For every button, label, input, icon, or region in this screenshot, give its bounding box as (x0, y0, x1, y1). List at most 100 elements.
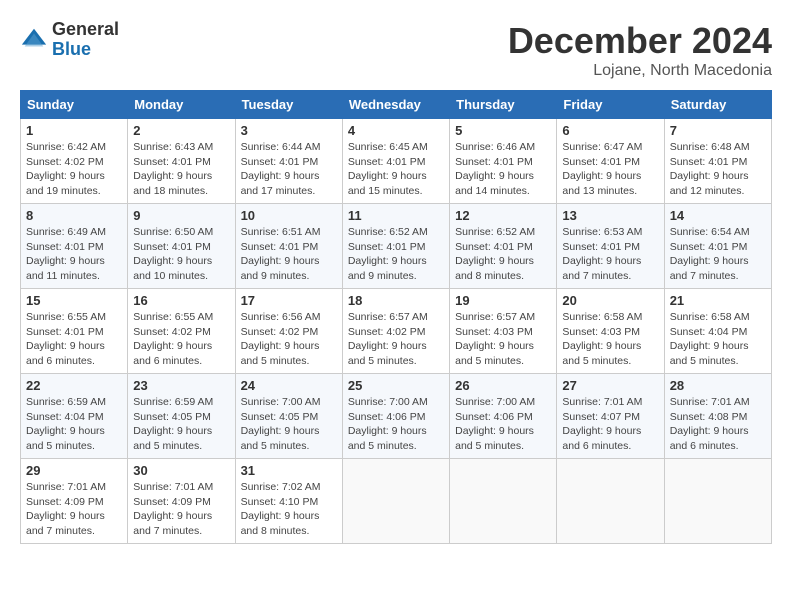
calendar-cell: 2Sunrise: 6:43 AM Sunset: 4:01 PM Daylig… (128, 119, 235, 204)
calendar-cell: 25 Sunrise: 7:00 AM Sunset: 4:06 PM Dayli… (342, 374, 449, 459)
day-info: Sunrise: 6:49 AM Sunset: 4:01 PM Dayligh… (26, 225, 122, 284)
month-title: December 2024 (508, 20, 772, 62)
calendar-cell: 10 Sunrise: 6:51 AM Sunset: 4:01 PM Dayli… (235, 204, 342, 289)
day-number: 26 (455, 378, 551, 393)
logo-general-text: General (52, 19, 119, 39)
day-number: 31 (241, 463, 337, 478)
day-number: 1 (26, 123, 122, 138)
weekday-header: Friday (557, 91, 664, 119)
calendar-cell: 1 Sunrise: 6:42 AM Sunset: 4:02 PM Daylig… (21, 119, 128, 204)
calendar-cell: 7 Sunrise: 6:48 AM Sunset: 4:01 PM Daylig… (664, 119, 771, 204)
calendar-cell: 4Sunrise: 6:45 AM Sunset: 4:01 PM Daylig… (342, 119, 449, 204)
day-number: 25 (348, 378, 444, 393)
day-info: Sunrise: 7:00 AM Sunset: 4:06 PM Dayligh… (455, 395, 551, 454)
weekday-header: Thursday (450, 91, 557, 119)
day-info: Sunrise: 6:46 AM Sunset: 4:01 PM Dayligh… (455, 140, 551, 199)
calendar-cell: 15Sunrise: 6:55 AM Sunset: 4:01 PM Dayli… (21, 289, 128, 374)
day-number: 8 (26, 208, 122, 223)
weekday-header: Saturday (664, 91, 771, 119)
calendar-cell: 28 Sunrise: 7:01 AM Sunset: 4:08 PM Dayli… (664, 374, 771, 459)
day-number: 9 (133, 208, 229, 223)
calendar-week-row: 8 Sunrise: 6:49 AM Sunset: 4:01 PM Daylig… (21, 204, 772, 289)
calendar-cell: 11 Sunrise: 6:52 AM Sunset: 4:01 PM Dayli… (342, 204, 449, 289)
calendar-cell: 22Sunrise: 6:59 AM Sunset: 4:04 PM Dayli… (21, 374, 128, 459)
day-info: Sunrise: 6:52 AM Sunset: 4:01 PM Dayligh… (455, 225, 551, 284)
day-number: 4 (348, 123, 444, 138)
logo-icon (20, 26, 48, 54)
calendar-cell: 29Sunrise: 7:01 AM Sunset: 4:09 PM Dayli… (21, 459, 128, 544)
day-info: Sunrise: 7:01 AM Sunset: 4:08 PM Dayligh… (670, 395, 766, 454)
day-info: Sunrise: 6:42 AM Sunset: 4:02 PM Dayligh… (26, 140, 122, 199)
day-info: Sunrise: 6:52 AM Sunset: 4:01 PM Dayligh… (348, 225, 444, 284)
day-number: 30 (133, 463, 229, 478)
calendar-cell: 3 Sunrise: 6:44 AM Sunset: 4:01 PM Daylig… (235, 119, 342, 204)
day-number: 24 (241, 378, 337, 393)
weekday-header: Monday (128, 91, 235, 119)
day-info: Sunrise: 6:44 AM Sunset: 4:01 PM Dayligh… (241, 140, 337, 199)
day-number: 2 (133, 123, 229, 138)
day-info: Sunrise: 6:55 AM Sunset: 4:01 PM Dayligh… (26, 310, 122, 369)
day-number: 11 (348, 208, 444, 223)
logo: General Blue (20, 20, 119, 60)
day-number: 18 (348, 293, 444, 308)
day-number: 12 (455, 208, 551, 223)
page-header: General Blue December 2024 Lojane, North… (20, 20, 772, 80)
day-info: Sunrise: 6:48 AM Sunset: 4:01 PM Dayligh… (670, 140, 766, 199)
calendar-cell: 13 Sunrise: 6:53 AM Sunset: 4:01 PM Dayli… (557, 204, 664, 289)
title-block: December 2024 Lojane, North Macedonia (508, 20, 772, 80)
day-info: Sunrise: 7:02 AM Sunset: 4:10 PM Dayligh… (241, 480, 337, 539)
calendar-week-row: 29Sunrise: 7:01 AM Sunset: 4:09 PM Dayli… (21, 459, 772, 544)
day-info: Sunrise: 6:55 AM Sunset: 4:02 PM Dayligh… (133, 310, 229, 369)
calendar-cell: 16 Sunrise: 6:55 AM Sunset: 4:02 PM Dayli… (128, 289, 235, 374)
day-number: 21 (670, 293, 766, 308)
calendar-cell: 12 Sunrise: 6:52 AM Sunset: 4:01 PM Dayli… (450, 204, 557, 289)
day-info: Sunrise: 6:58 AM Sunset: 4:03 PM Dayligh… (562, 310, 658, 369)
calendar-cell (664, 459, 771, 544)
calendar-header-row: SundayMondayTuesdayWednesdayThursdayFrid… (21, 91, 772, 119)
day-info: Sunrise: 6:51 AM Sunset: 4:01 PM Dayligh… (241, 225, 337, 284)
calendar-table: SundayMondayTuesdayWednesdayThursdayFrid… (20, 90, 772, 544)
day-info: Sunrise: 6:59 AM Sunset: 4:04 PM Dayligh… (26, 395, 122, 454)
day-info: Sunrise: 6:58 AM Sunset: 4:04 PM Dayligh… (670, 310, 766, 369)
day-number: 19 (455, 293, 551, 308)
calendar-cell: 23Sunrise: 6:59 AM Sunset: 4:05 PM Dayli… (128, 374, 235, 459)
logo-blue-text: Blue (52, 39, 91, 59)
day-number: 3 (241, 123, 337, 138)
day-info: Sunrise: 6:56 AM Sunset: 4:02 PM Dayligh… (241, 310, 337, 369)
calendar-cell: 27Sunrise: 7:01 AM Sunset: 4:07 PM Dayli… (557, 374, 664, 459)
day-info: Sunrise: 7:00 AM Sunset: 4:06 PM Dayligh… (348, 395, 444, 454)
day-info: Sunrise: 6:57 AM Sunset: 4:03 PM Dayligh… (455, 310, 551, 369)
day-info: Sunrise: 6:59 AM Sunset: 4:05 PM Dayligh… (133, 395, 229, 454)
calendar-week-row: 22Sunrise: 6:59 AM Sunset: 4:04 PM Dayli… (21, 374, 772, 459)
day-number: 16 (133, 293, 229, 308)
calendar-cell: 30 Sunrise: 7:01 AM Sunset: 4:09 PM Dayli… (128, 459, 235, 544)
day-number: 14 (670, 208, 766, 223)
calendar-cell: 18 Sunrise: 6:57 AM Sunset: 4:02 PM Dayli… (342, 289, 449, 374)
calendar-cell (450, 459, 557, 544)
day-info: Sunrise: 7:01 AM Sunset: 4:09 PM Dayligh… (133, 480, 229, 539)
weekday-header: Sunday (21, 91, 128, 119)
day-number: 10 (241, 208, 337, 223)
day-number: 28 (670, 378, 766, 393)
day-number: 13 (562, 208, 658, 223)
weekday-header: Wednesday (342, 91, 449, 119)
day-number: 6 (562, 123, 658, 138)
calendar-cell: 21 Sunrise: 6:58 AM Sunset: 4:04 PM Dayli… (664, 289, 771, 374)
day-number: 5 (455, 123, 551, 138)
day-number: 7 (670, 123, 766, 138)
day-info: Sunrise: 6:57 AM Sunset: 4:02 PM Dayligh… (348, 310, 444, 369)
calendar-cell: 8 Sunrise: 6:49 AM Sunset: 4:01 PM Daylig… (21, 204, 128, 289)
calendar-cell: 9 Sunrise: 6:50 AM Sunset: 4:01 PM Daylig… (128, 204, 235, 289)
day-number: 17 (241, 293, 337, 308)
calendar-cell: 24 Sunrise: 7:00 AM Sunset: 4:05 PM Dayli… (235, 374, 342, 459)
day-info: Sunrise: 6:50 AM Sunset: 4:01 PM Dayligh… (133, 225, 229, 284)
calendar-cell: 31 Sunrise: 7:02 AM Sunset: 4:10 PM Dayli… (235, 459, 342, 544)
day-info: Sunrise: 6:53 AM Sunset: 4:01 PM Dayligh… (562, 225, 658, 284)
calendar-cell: 20Sunrise: 6:58 AM Sunset: 4:03 PM Dayli… (557, 289, 664, 374)
calendar-cell: 14Sunrise: 6:54 AM Sunset: 4:01 PM Dayli… (664, 204, 771, 289)
calendar-week-row: 15Sunrise: 6:55 AM Sunset: 4:01 PM Dayli… (21, 289, 772, 374)
calendar-cell (342, 459, 449, 544)
calendar-cell (557, 459, 664, 544)
weekday-header: Tuesday (235, 91, 342, 119)
day-info: Sunrise: 7:00 AM Sunset: 4:05 PM Dayligh… (241, 395, 337, 454)
